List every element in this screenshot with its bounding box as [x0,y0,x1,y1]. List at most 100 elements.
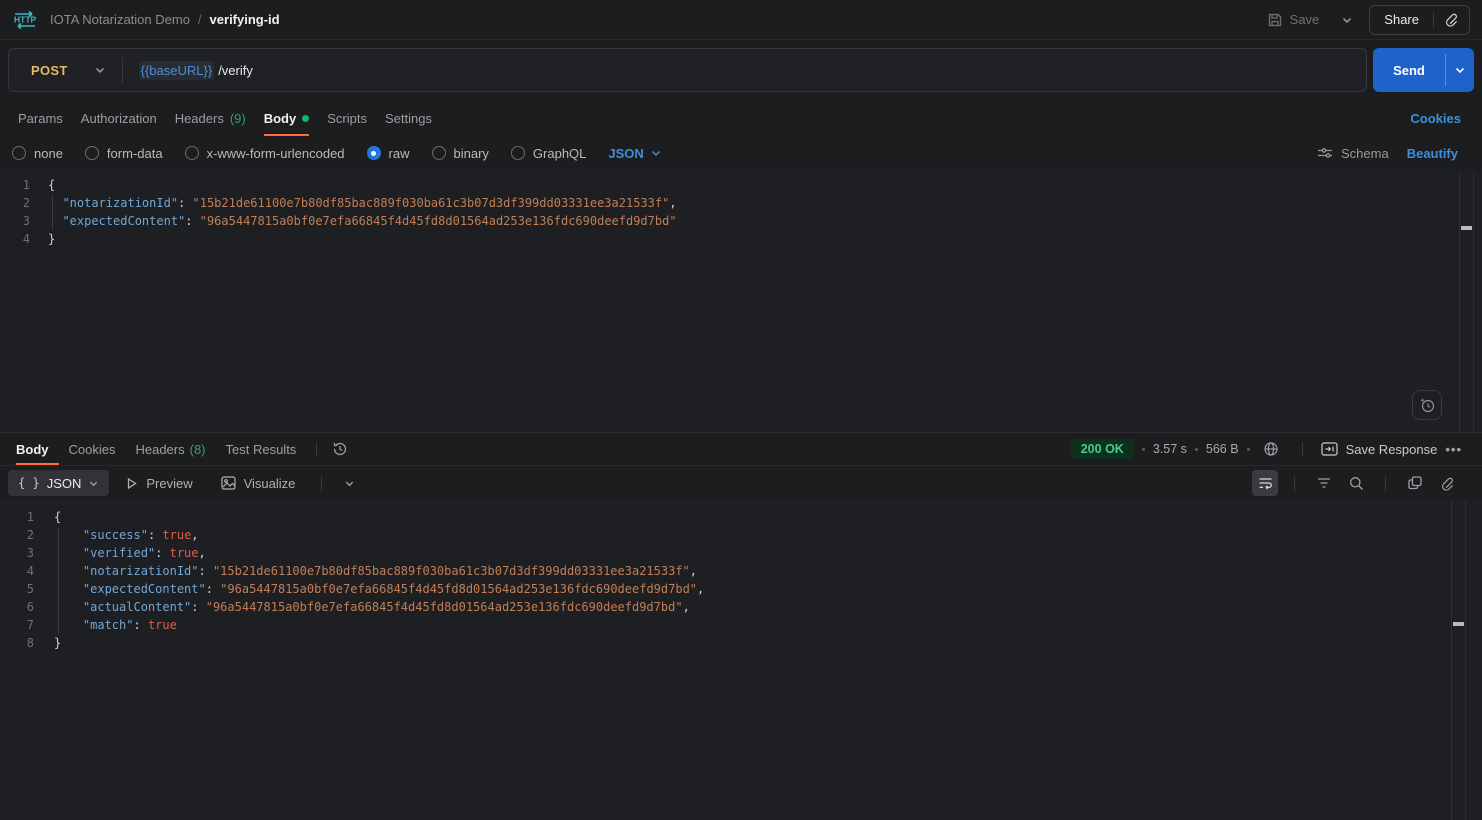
http-request-icon: HTTP [12,8,38,32]
share-button-label: Share [1384,12,1419,27]
radio-icon [85,146,99,160]
url-input[interactable]: {{baseURL}} /verify [123,61,269,80]
network-info-button[interactable] [1258,436,1284,462]
send-button[interactable]: Send [1373,48,1445,92]
radio-selected-icon [367,146,381,160]
code-line: 4} [0,230,1482,248]
response-meta: 200 OK 3.57 s 566 B Save Response ••• [1071,436,1474,462]
body-type-x-www-form-urlencoded[interactable]: x-www-form-urlencoded [185,146,345,161]
svg-text:HTTP: HTTP [14,14,37,24]
divider [1302,442,1303,457]
response-toolbar: { } JSON Preview Visualize [0,466,1482,500]
tab-scripts[interactable]: Scripts [318,100,376,136]
response-headers-count: (8) [190,442,206,457]
breadcrumb-request-name[interactable]: verifying-id [210,12,280,27]
tab-settings[interactable]: Settings [376,100,441,136]
divider [316,442,317,457]
response-tab-body[interactable]: Body [16,433,59,465]
filter-icon [1317,477,1331,489]
response-tabs: Body Cookies Headers (8) Test Results 20… [0,433,1482,466]
visualize-button[interactable]: Visualize [209,470,308,496]
line-number: 6 [0,598,34,616]
copy-button[interactable] [1402,470,1428,496]
save-options-chevron[interactable] [1335,9,1359,31]
status-badge[interactable]: 200 OK [1071,439,1134,459]
response-tab-cookies[interactable]: Cookies [59,433,126,465]
schema-button[interactable]: Schema [1317,146,1389,161]
line-number: 4 [0,562,34,580]
response-tab-headers[interactable]: Headers (8) [125,433,215,465]
code-line: 1{ [0,508,1482,526]
copy-link-button[interactable] [1434,470,1460,496]
topbar-actions: Save Share [1261,5,1470,35]
response-history-button[interactable] [327,436,353,462]
code-line: 3 "verified": true, [0,544,1482,562]
tab-params[interactable]: Params [9,100,72,136]
method-selector[interactable]: POST [9,63,122,78]
line-number: 2 [0,526,34,544]
raw-language-selector[interactable]: JSON [608,146,661,161]
preview-button[interactable]: Preview [113,470,204,496]
chevron-down-icon [650,147,662,159]
response-tab-test-results[interactable]: Test Results [216,433,307,465]
request-editor-scrollbar[interactable] [1459,170,1474,432]
save-button[interactable]: Save [1261,7,1326,33]
save-response-button[interactable]: Save Response [1321,442,1438,457]
tab-authorization[interactable]: Authorization [72,100,166,136]
response-size[interactable]: 566 B [1206,442,1239,456]
response-body-editor[interactable]: 1{2 "success": true,3 "verified": true,4… [0,500,1482,820]
scrollbar-thumb[interactable] [1453,622,1464,626]
save-icon [1267,12,1283,28]
line-number: 3 [0,544,34,562]
body-type-form-data[interactable]: form-data [85,146,163,161]
image-icon [221,476,236,490]
line-number: 1 [0,508,34,526]
code-line: 4 "notarizationId": "15b21de61100e7b80df… [0,562,1482,580]
response-format-selector[interactable]: { } JSON [8,470,109,496]
divider [1294,476,1295,491]
radio-icon [12,146,26,160]
copy-link-button[interactable] [1434,6,1469,34]
sliders-icon [1317,146,1333,160]
word-wrap-button[interactable] [1252,470,1278,496]
save-response-icon [1321,442,1338,456]
response-editor-scrollbar[interactable] [1451,500,1466,820]
tab-headers[interactable]: Headers (9) [166,100,255,136]
response-toolbar-right [1252,470,1474,496]
tab-body[interactable]: Body [255,100,319,136]
postbot-button[interactable] [1412,390,1442,420]
response-time[interactable]: 3.57 s [1153,442,1187,456]
beautify-link[interactable]: Beautify [1407,146,1458,161]
request-body-editor[interactable]: 1{2 "notarizationId": "15b21de61100e7b80… [0,170,1482,432]
share-button-group: Share [1369,5,1470,35]
body-type-row: none form-data x-www-form-urlencoded raw… [0,136,1482,170]
send-button-group: Send [1373,48,1474,92]
play-icon [125,477,138,490]
code-line: 3 "expectedContent": "96a5447815a0bf0e7e… [0,212,1482,230]
body-type-binary[interactable]: binary [432,146,489,161]
send-button-label: Send [1393,63,1425,78]
search-button[interactable] [1343,470,1369,496]
history-icon [332,441,348,457]
send-options-chevron[interactable] [1446,48,1474,92]
body-type-graphql[interactable]: GraphQL [511,146,586,161]
share-button[interactable]: Share [1370,6,1433,34]
breadcrumb-workspace[interactable]: IOTA Notarization Demo [50,12,190,27]
top-bar: HTTP IOTA Notarization Demo / verifying-… [0,0,1482,40]
request-url-row: POST {{baseURL}} /verify Send [0,40,1482,100]
more-actions-button[interactable]: ••• [1445,442,1462,457]
scrollbar-thumb[interactable] [1461,226,1472,230]
url-variable: {{baseURL}} [139,61,215,80]
line-number: 2 [0,194,30,212]
body-type-none[interactable]: none [12,146,63,161]
request-url-box: POST {{baseURL}} /verify [8,48,1367,92]
body-type-raw[interactable]: raw [367,146,410,161]
method-chevron-icon [94,64,106,76]
line-number: 3 [0,212,30,230]
dot-separator [1195,448,1198,451]
filter-button[interactable] [1311,470,1337,496]
copy-icon [1408,476,1422,490]
visualize-options-chevron[interactable] [336,470,362,496]
cookies-link[interactable]: Cookies [1410,111,1473,126]
line-number: 7 [0,616,34,634]
